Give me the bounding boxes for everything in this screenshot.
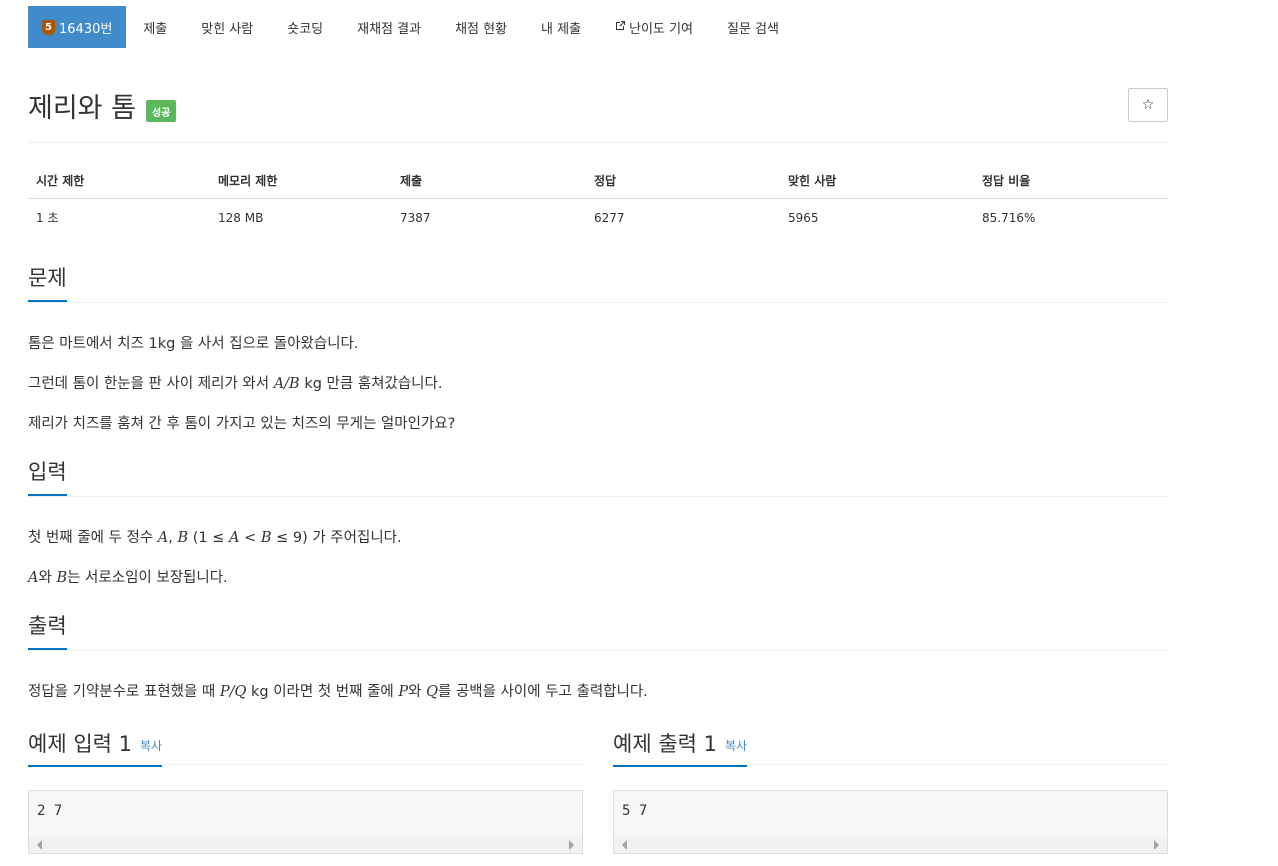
memory-limit-value: 128 MB (218, 210, 264, 225)
table-header-row: 시간 제한 메모리 제한 제출 정답 맞힌 사람 정답 비율 (28, 162, 1168, 199)
accept-ratio-value: 85.716% (982, 210, 1036, 225)
sample-input-text: 2 7 (37, 803, 63, 819)
scroll-left-icon[interactable] (622, 840, 627, 850)
star-icon: ☆ (1141, 97, 1155, 113)
page-title: 제리와 톰 (28, 93, 136, 124)
tab-problem[interactable]: 5 16430번 (28, 6, 127, 48)
output-line-1: 정답을 기약분수로 표현했을 때 P/Q kg 이라면 첫 번째 줄에 P와 Q… (28, 684, 648, 700)
difficulty-contribution-label: 난이도 기여 (629, 21, 693, 37)
tab-status[interactable]: 채점 현황 (438, 6, 524, 48)
sample-input-title: 예제 입력 1 (28, 732, 132, 756)
description-header: 문제 (28, 262, 1168, 303)
sample-output-text: 5 7 (622, 803, 648, 819)
external-link-icon (615, 20, 626, 34)
copy-sample-output-button[interactable]: 복사 (725, 739, 747, 753)
tab-difficulty-contribution[interactable]: 난이도 기여 (598, 6, 710, 48)
input-header: 입력 (28, 456, 1168, 497)
sample-input-scrollbar[interactable] (29, 837, 582, 853)
sample-output-box[interactable]: 5 7 (613, 790, 1168, 854)
sample-input-section: 예제 입력 1 복사 2 7 (28, 728, 583, 854)
tab-rejudge[interactable]: 재채점 결과 (340, 6, 438, 48)
problem-info-table: 시간 제한 메모리 제한 제출 정답 맞힌 사람 정답 비율 1 초 128 M… (28, 162, 1168, 236)
title-divider (28, 142, 1168, 143)
var-a-over-b: A/B (273, 376, 300, 392)
tab-solved-users[interactable]: 맞힌 사람 (184, 6, 270, 48)
tab-question-search[interactable]: 질문 검색 (710, 6, 796, 48)
input-line-2: A와 B는 서로소임이 보장됩니다. (28, 570, 228, 586)
copy-sample-input-button[interactable]: 복사 (140, 739, 162, 753)
solved-users-value: 5965 (788, 210, 819, 225)
problem-number: 16430번 (59, 21, 113, 37)
scroll-left-icon[interactable] (37, 840, 42, 850)
sample-output-title: 예제 출력 1 (613, 732, 717, 756)
sample-input-header: 예제 입력 1 복사 (28, 728, 583, 767)
sample-output-section: 예제 출력 1 복사 5 7 (613, 728, 1168, 854)
problem-menu: 5 16430번 제출 맞힌 사람 숏코딩 재채점 결과 채점 현황 내 제출 … (28, 6, 796, 48)
input-title: 입력 (28, 456, 67, 496)
input-line-1: 첫 번째 줄에 두 정수 A, B (1 ≤ A < B ≤ 9) 가 주어집니… (28, 530, 402, 546)
description-line-2: 그런데 톰이 한눈을 판 사이 제리가 와서 A/B kg 만큼 훔쳐갔습니다. (28, 376, 443, 392)
favorite-star-button[interactable]: ☆ (1128, 88, 1168, 122)
tab-submit[interactable]: 제출 (126, 6, 184, 48)
header-solved-users: 맞힌 사람 (780, 162, 974, 199)
output-header: 출력 (28, 610, 1168, 651)
description-line-1: 톰은 마트에서 치즈 1kg 을 사서 집으로 돌아왔습니다. (28, 336, 359, 352)
tab-short-coding[interactable]: 숏코딩 (270, 6, 340, 48)
title-row: 제리와 톰 성공 ☆ (28, 84, 1168, 140)
table-row: 1 초 128 MB 7387 6277 5965 85.716% (28, 199, 1168, 237)
tier-icon: 5 (42, 19, 55, 35)
status-badge: 성공 (146, 100, 177, 122)
tab-my-submissions[interactable]: 내 제출 (524, 6, 598, 48)
scroll-right-icon[interactable] (1154, 840, 1159, 850)
header-accepted: 정답 (586, 162, 780, 199)
scroll-right-icon[interactable] (569, 840, 574, 850)
header-submissions: 제출 (392, 162, 586, 199)
submissions-value: 7387 (400, 210, 431, 225)
description-line-3: 제리가 치즈를 훔쳐 간 후 톰이 가지고 있는 치즈의 무게는 얼마인가요? (28, 416, 456, 432)
description-title: 문제 (28, 262, 67, 302)
header-accept-ratio: 정답 비율 (974, 162, 1168, 199)
accepted-value: 6277 (594, 210, 625, 225)
output-title: 출력 (28, 610, 67, 650)
header-time-limit: 시간 제한 (28, 162, 210, 199)
header-memory-limit: 메모리 제한 (210, 162, 392, 199)
time-limit-value: 1 초 (36, 211, 59, 225)
sample-output-header: 예제 출력 1 복사 (613, 728, 1168, 767)
sample-output-scrollbar[interactable] (614, 837, 1167, 853)
sample-input-box[interactable]: 2 7 (28, 790, 583, 854)
